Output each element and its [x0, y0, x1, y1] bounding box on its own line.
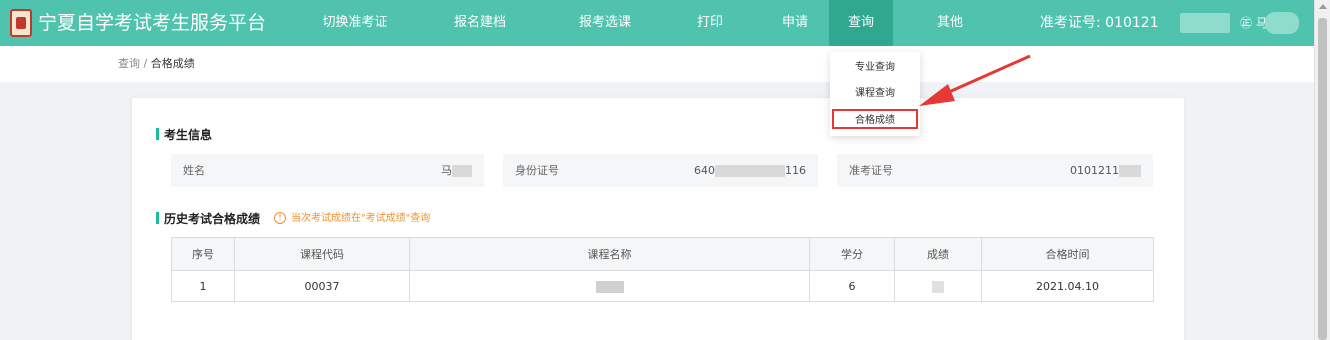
arrow-shaft — [939, 54, 1031, 98]
annotation-arrow-icon — [919, 54, 1031, 106]
arrow-head — [919, 84, 955, 106]
